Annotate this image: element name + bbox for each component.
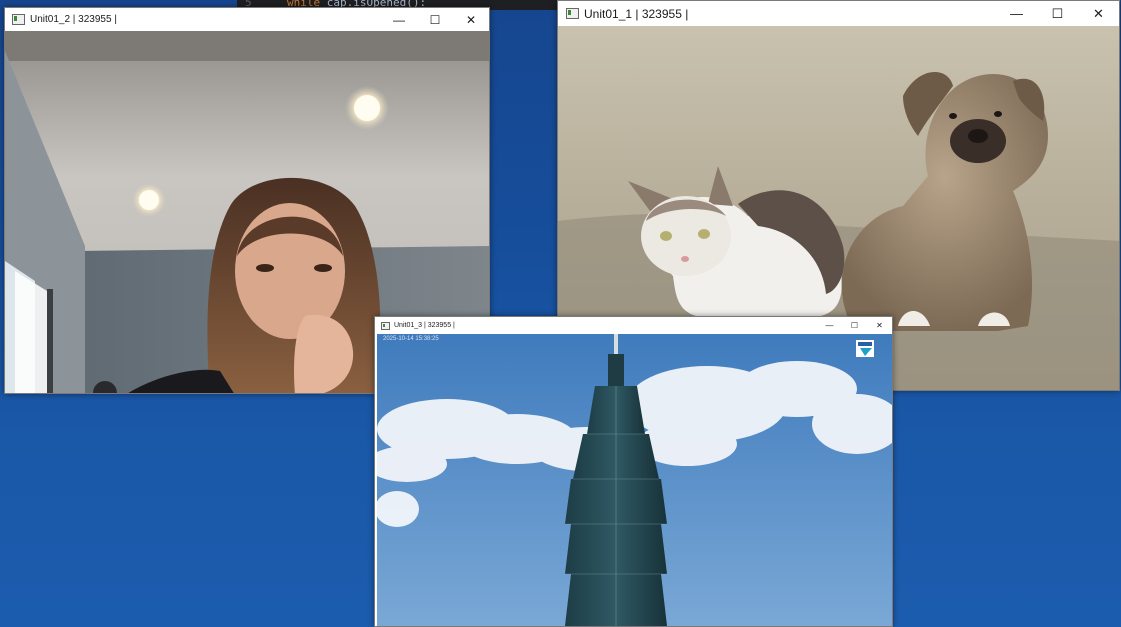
close-button[interactable]: ✕ <box>1078 1 1119 26</box>
window-controls: — ☐ ✕ <box>996 1 1119 26</box>
skyscraper-video: 2025-10-14 15:38:25 <box>377 334 892 626</box>
window-unit01-3[interactable]: Unit01_3 | 323955 | — ☐ ✕ 2025-10-14 15:… <box>374 316 893 627</box>
minimize-button[interactable]: — <box>381 8 417 31</box>
close-button[interactable]: ✕ <box>867 317 892 334</box>
window-titlebar[interactable]: Unit01_3 | 323955 | — ☐ ✕ <box>375 317 892 334</box>
channel-logo-icon <box>856 340 874 357</box>
window-title: Unit01_1 | 323955 | <box>584 6 689 21</box>
window-title: Unit01_3 | 323955 | <box>394 322 455 329</box>
minimize-button[interactable]: — <box>996 1 1037 26</box>
window-controls: — ☐ ✕ <box>381 8 489 31</box>
maximize-button[interactable]: ☐ <box>842 317 867 334</box>
app-icon <box>381 321 390 330</box>
maximize-button[interactable]: ☐ <box>1037 1 1078 26</box>
maximize-button[interactable]: ☐ <box>417 8 453 31</box>
close-button[interactable]: ✕ <box>453 8 489 31</box>
window-controls: — ☐ ✕ <box>817 317 892 334</box>
app-icon <box>566 8 579 19</box>
window-title: Unit01_2 | 323955 | <box>30 14 117 25</box>
app-icon <box>12 14 25 25</box>
video-timestamp: 2025-10-14 15:38:25 <box>383 336 439 342</box>
minimize-button[interactable]: — <box>817 317 842 334</box>
window-titlebar[interactable]: Unit01_2 | 323955 | — ☐ ✕ <box>5 8 489 31</box>
window-titlebar[interactable]: Unit01_1 | 323955 | — ☐ ✕ <box>558 1 1119 26</box>
